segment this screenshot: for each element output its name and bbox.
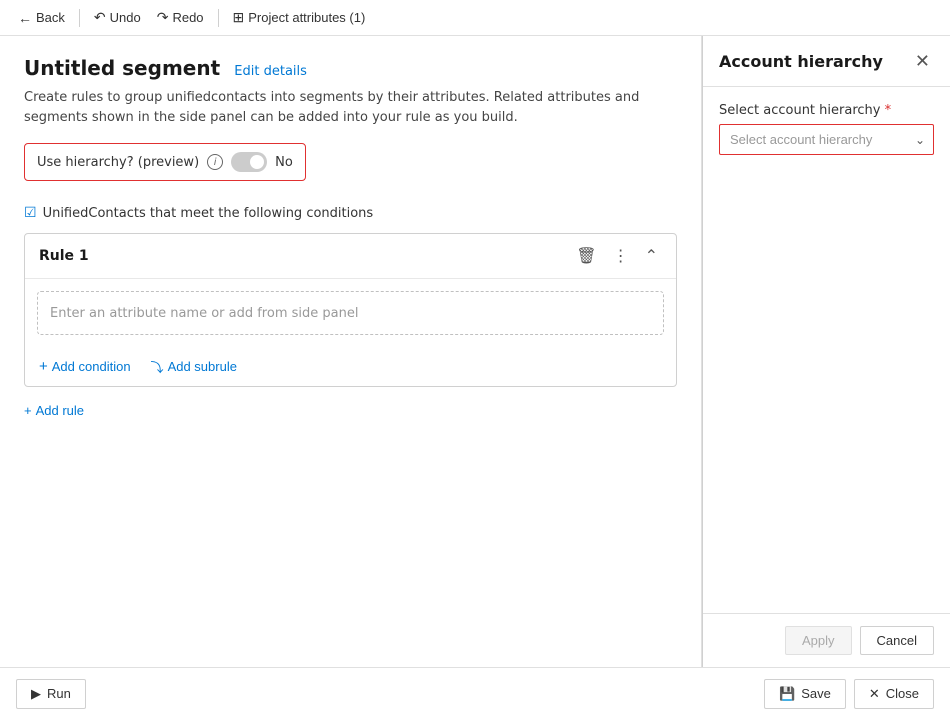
rule-title: Rule 1: [39, 248, 89, 264]
back-button[interactable]: ← Back: [12, 7, 71, 29]
main-panel: Untitled segment Edit details Create rul…: [0, 36, 702, 667]
add-subrule-button[interactable]: ⤵ Add subrule: [151, 357, 237, 376]
attribute-input-area[interactable]: Enter an attribute name or add from side…: [37, 291, 664, 335]
side-panel-footer: Apply Cancel: [703, 613, 950, 667]
add-rule-plus-icon: +: [24, 403, 32, 418]
add-rule-button[interactable]: + Add rule: [24, 403, 84, 418]
rule-collapse-button[interactable]: ⌃: [641, 244, 662, 268]
toolbar: ← Back ↶ Undo ↷ Redo ⊞ Project attribute…: [0, 0, 950, 36]
side-panel-body: Select account hierarchy * Select accoun…: [703, 87, 950, 613]
condition-text: UnifiedContacts that meet the following …: [43, 206, 374, 221]
select-label: Select account hierarchy *: [719, 103, 934, 118]
select-wrapper: Select account hierarchy ⌄: [719, 124, 934, 155]
info-icon[interactable]: i: [207, 154, 223, 170]
footer-left: ▶ Run: [16, 679, 86, 709]
save-button[interactable]: 💾 Save: [764, 679, 846, 709]
account-hierarchy-select[interactable]: Select account hierarchy: [720, 125, 933, 154]
close-icon: ✕: [869, 686, 880, 702]
page-description: Create rules to group unifiedcontacts in…: [24, 88, 677, 127]
cancel-button[interactable]: Cancel: [860, 626, 934, 655]
toggle-value: No: [275, 155, 293, 170]
rule-delete-button[interactable]: 🗑: [572, 244, 600, 268]
condition-icon: ☑: [24, 205, 37, 221]
title-row: Untitled segment Edit details: [24, 56, 677, 80]
redo-button[interactable]: ↷ Redo: [151, 6, 210, 29]
side-panel-title: Account hierarchy: [719, 52, 883, 71]
hierarchy-row: Use hierarchy? (preview) i No: [25, 144, 305, 180]
attribute-placeholder: Enter an attribute name or add from side…: [50, 306, 358, 321]
rule-footer: + Add condition ⤵ Add subrule: [25, 347, 676, 386]
side-panel: Account hierarchy ✕ Select account hiera…: [702, 36, 950, 667]
undo-button[interactable]: ↶ Undo: [88, 6, 147, 29]
table-icon: ⊞: [233, 9, 245, 26]
page-title: Untitled segment: [24, 56, 220, 80]
back-icon: ←: [18, 10, 32, 26]
rule-card: Rule 1 🗑 ⋮ ⌃ Enter an attribute name or …: [24, 233, 677, 387]
main-wrapper: Untitled segment Edit details Create rul…: [0, 36, 950, 667]
toggle-knob: [250, 155, 264, 169]
bottom-footer: ▶ Run 💾 Save ✕ Close: [0, 667, 950, 719]
rule-more-button[interactable]: ⋮: [609, 244, 633, 268]
redo-icon: ↷: [157, 9, 169, 26]
toolbar-divider: [79, 9, 80, 27]
rule-header: Rule 1 🗑 ⋮ ⌃: [25, 234, 676, 279]
close-button[interactable]: ✕ Close: [854, 679, 934, 709]
hierarchy-label: Use hierarchy? (preview): [37, 155, 199, 170]
side-panel-close-button[interactable]: ✕: [911, 50, 934, 72]
hierarchy-toggle-wrapper: Use hierarchy? (preview) i No: [24, 143, 306, 181]
apply-button[interactable]: Apply: [785, 626, 852, 655]
undo-icon: ↶: [94, 9, 106, 26]
footer-right: 💾 Save ✕ Close: [764, 679, 934, 709]
plus-icon: +: [39, 358, 48, 375]
project-attributes-button[interactable]: ⊞ Project attributes (1): [227, 6, 372, 29]
hierarchy-toggle[interactable]: [231, 152, 267, 172]
save-icon: 💾: [779, 686, 795, 702]
condition-header: ☑ UnifiedContacts that meet the followin…: [24, 205, 677, 221]
subrule-icon: ⤵: [151, 357, 164, 376]
run-icon: ▶: [31, 686, 41, 702]
side-panel-header: Account hierarchy ✕: [703, 36, 950, 87]
add-condition-button[interactable]: + Add condition: [39, 358, 131, 375]
rule-actions: 🗑 ⋮ ⌃: [572, 244, 662, 268]
toolbar-divider-2: [218, 9, 219, 27]
required-marker: *: [885, 103, 892, 118]
edit-details-link[interactable]: Edit details: [234, 64, 307, 79]
run-button[interactable]: ▶ Run: [16, 679, 86, 709]
